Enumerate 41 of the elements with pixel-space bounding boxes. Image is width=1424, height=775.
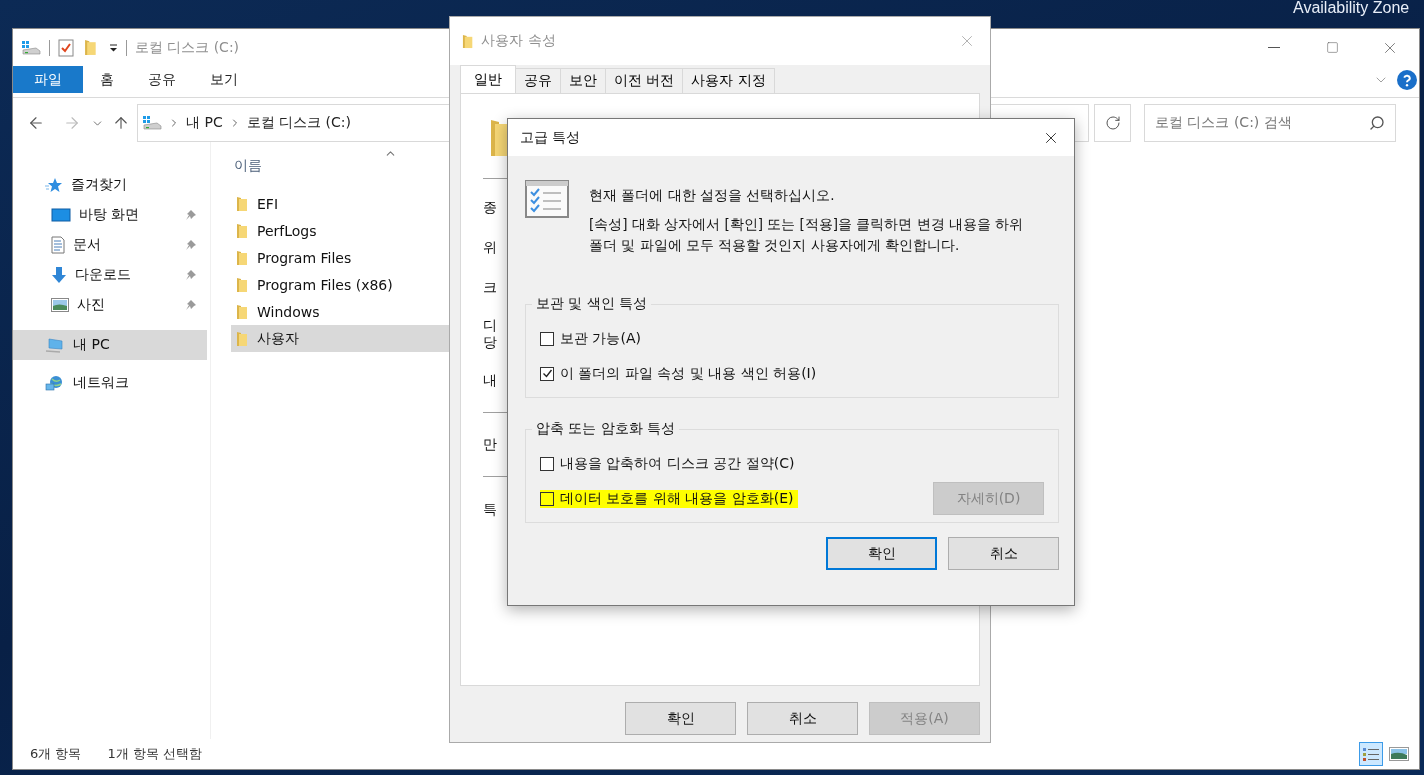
- ribbon-tab[interactable]: 보기: [193, 66, 255, 93]
- property-label: 종: [483, 198, 497, 216]
- property-label: 크: [483, 278, 497, 296]
- nav-item[interactable]: 다운로드: [13, 260, 207, 290]
- file-menu-tab[interactable]: 파일: [13, 66, 83, 93]
- property-label: 특: [483, 500, 497, 518]
- group-title: 압축 또는 암호화 특성: [535, 420, 677, 438]
- ribbon-tab[interactable]: 공유: [131, 66, 193, 93]
- dialog-title: 고급 특성: [520, 128, 581, 147]
- intro-heading: 현재 폴더에 대한 설정을 선택하십시오.: [589, 186, 836, 205]
- dialog-button[interactable]: 확인: [826, 537, 937, 570]
- dialog-button[interactable]: 취소: [948, 537, 1059, 570]
- nav-item[interactable]: 사진: [13, 290, 207, 320]
- breadcrumb-item[interactable]: 내 PC: [186, 114, 223, 132]
- nav-item[interactable]: 즐겨찾기: [13, 170, 207, 200]
- checkbox-label[interactable]: 보관 가능(A): [540, 329, 645, 348]
- desktop-info-text: Availability Zone: [1293, 0, 1410, 17]
- dialog-title: 사용자 속성: [481, 32, 556, 50]
- checkbox-label[interactable]: 데이터 보호를 위해 내용을 암호화(E): [540, 489, 798, 508]
- dialog-tab[interactable]: 일반: [460, 65, 516, 93]
- property-label: 위: [483, 238, 497, 256]
- dialog-tab[interactable]: 사용자 지정: [682, 68, 775, 93]
- property-label: 만: [483, 436, 497, 453]
- intro-description: [속성] 대화 상자에서 [확인] 또는 [적용]을 클릭하면 변경 내용을 하위 폴더 및 파일에 모두 적용할 것인지 사용자에게 확인합니다.: [589, 215, 1025, 255]
- dialog-button[interactable]: 확인: [625, 702, 736, 735]
- nav-item[interactable]: 바탕 화면: [13, 200, 207, 230]
- status-text: 6개 항목: [30, 745, 82, 763]
- nav-item[interactable]: 네트워크: [13, 368, 207, 398]
- breadcrumb-item[interactable]: 로컬 디스크 (C:): [246, 114, 351, 132]
- column-header[interactable]: 이름: [234, 157, 262, 175]
- nav-item[interactable]: 문서: [13, 230, 207, 260]
- nav-item[interactable]: 내 PC: [13, 330, 207, 360]
- status-text: 1개 항목 선택함: [107, 745, 202, 763]
- dialog-button[interactable]: 취소: [747, 702, 858, 735]
- search-field[interactable]: 로컬 디스크 (C:) 검색: [1144, 104, 1396, 142]
- checkbox-label[interactable]: 내용을 압축하여 디스크 공간 절약(C): [540, 454, 799, 473]
- checkbox-label[interactable]: 이 폴더의 파일 속성 및 내용 색인 허용(I): [540, 364, 821, 383]
- ribbon-tab[interactable]: 홈: [83, 66, 131, 93]
- group-title: 보관 및 색인 특성: [535, 295, 649, 313]
- window-title: 로컬 디스크 (C:): [134, 38, 240, 57]
- property-label: 내: [483, 372, 497, 389]
